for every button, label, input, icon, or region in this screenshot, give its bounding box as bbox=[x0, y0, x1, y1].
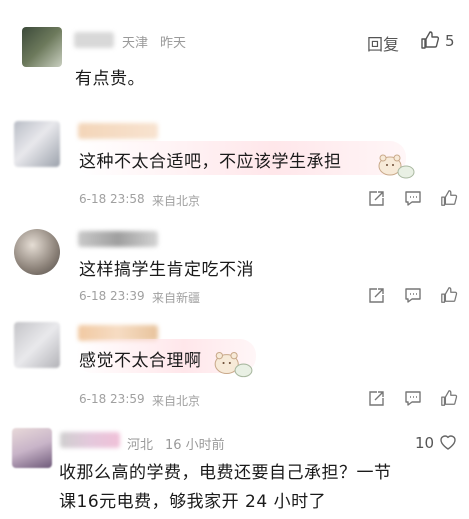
avatar[interactable] bbox=[14, 322, 60, 368]
reply-button[interactable]: 回复 bbox=[367, 31, 399, 55]
username-blurred[interactable] bbox=[78, 231, 158, 247]
comment-icon[interactable] bbox=[404, 390, 422, 411]
reply-source: 来自新疆 bbox=[152, 291, 201, 305]
username-blurred[interactable] bbox=[78, 123, 158, 139]
reply-source: 来自北京 bbox=[152, 194, 201, 208]
comment-icon[interactable] bbox=[404, 287, 422, 308]
bear-sticker bbox=[376, 150, 416, 184]
bear-sticker bbox=[212, 347, 254, 383]
thumbs-up-icon[interactable] bbox=[440, 389, 458, 411]
comment-time: 昨天 bbox=[160, 36, 187, 51]
reply-time: 6-18 23:58 bbox=[79, 192, 145, 206]
thumbs-up-icon[interactable] bbox=[440, 286, 458, 308]
reply-body: 这样搞学生肯定吃不消 bbox=[79, 260, 254, 280]
avatar[interactable] bbox=[22, 27, 62, 67]
avatar[interactable] bbox=[12, 428, 52, 468]
comment-icon[interactable] bbox=[404, 190, 422, 211]
reply-body: 这种不太合适吧，不应该学生承担 bbox=[79, 152, 342, 172]
like-count: 5 bbox=[445, 32, 455, 50]
comment-body-line-1: 收那么高的学费，电费还要自己承担？一节 bbox=[59, 463, 392, 483]
reply-source: 来自北京 bbox=[152, 394, 201, 408]
reply-body: 感觉不太合理啊 bbox=[79, 351, 202, 371]
avatar[interactable] bbox=[14, 229, 60, 275]
avatar[interactable] bbox=[14, 121, 60, 167]
thumbs-up-icon[interactable] bbox=[420, 30, 440, 54]
username-blurred[interactable] bbox=[74, 32, 114, 48]
comment-body: 有点贵。 bbox=[75, 69, 145, 89]
comment-location: 河北 bbox=[127, 438, 154, 453]
username-blurred[interactable] bbox=[60, 432, 120, 448]
comment-body-line-2: 课16元电费，够我家开 24 小时了 bbox=[59, 492, 327, 512]
reply-time: 6-18 23:59 bbox=[79, 392, 145, 406]
comment-location: 天津 bbox=[122, 36, 149, 51]
share-icon[interactable] bbox=[368, 390, 385, 411]
share-icon[interactable] bbox=[368, 287, 385, 308]
like-count: 10 bbox=[415, 434, 435, 452]
reply-time: 6-18 23:39 bbox=[79, 289, 145, 303]
thumbs-up-icon[interactable] bbox=[440, 189, 458, 211]
heart-icon[interactable] bbox=[438, 433, 458, 455]
share-icon[interactable] bbox=[368, 190, 385, 211]
comment-time: 16 小时前 bbox=[165, 438, 225, 453]
